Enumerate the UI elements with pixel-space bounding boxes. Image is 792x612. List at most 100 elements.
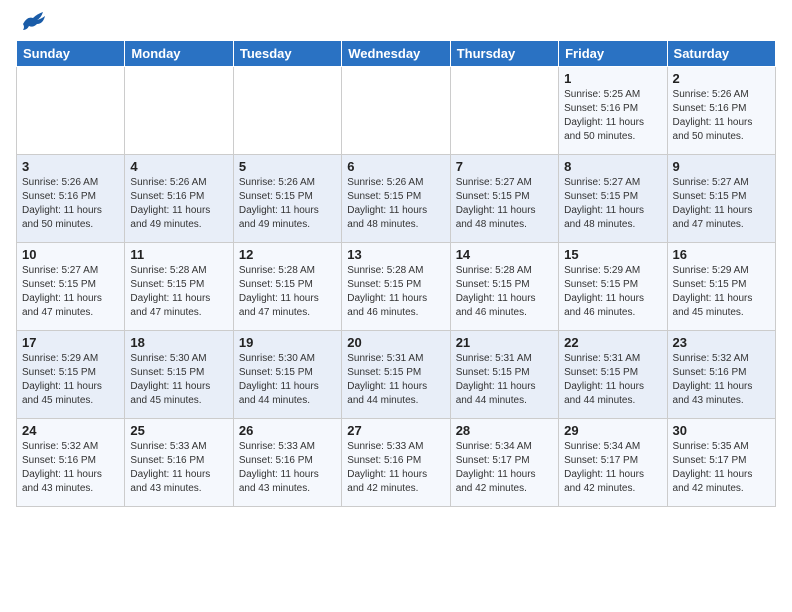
- logo-row: [16, 10, 47, 32]
- day-number: 20: [347, 335, 444, 350]
- day-info: Sunrise: 5:26 AMSunset: 5:15 PMDaylight:…: [239, 176, 336, 232]
- day-number: 18: [130, 335, 227, 350]
- day-info: Sunrise: 5:28 AMSunset: 5:15 PMDaylight:…: [130, 264, 227, 320]
- day-info: Sunrise: 5:33 AMSunset: 5:16 PMDaylight:…: [239, 440, 336, 496]
- day-number: 23: [673, 335, 770, 350]
- day-number: 16: [673, 247, 770, 262]
- calendar-cell: 22 Sunrise: 5:31 AMSunset: 5:15 PMDayligh…: [559, 331, 667, 419]
- calendar-cell: [342, 67, 450, 155]
- day-number: 13: [347, 247, 444, 262]
- calendar-cell: 1 Sunrise: 5:25 AMSunset: 5:16 PMDaylight…: [559, 67, 667, 155]
- calendar-cell: 16 Sunrise: 5:29 AMSunset: 5:15 PMDayligh…: [667, 243, 775, 331]
- day-info: Sunrise: 5:33 AMSunset: 5:16 PMDaylight:…: [130, 440, 227, 496]
- day-info: Sunrise: 5:31 AMSunset: 5:15 PMDaylight:…: [564, 352, 661, 408]
- calendar-cell: 21 Sunrise: 5:31 AMSunset: 5:15 PMDayligh…: [450, 331, 558, 419]
- day-info: Sunrise: 5:30 AMSunset: 5:15 PMDaylight:…: [130, 352, 227, 408]
- day-info: Sunrise: 5:29 AMSunset: 5:15 PMDaylight:…: [564, 264, 661, 320]
- calendar-cell: 2 Sunrise: 5:26 AMSunset: 5:16 PMDaylight…: [667, 67, 775, 155]
- calendar-cell: 6Sunrise: 5:26 AMSunset: 5:15 PMDaylight…: [342, 155, 450, 243]
- day-info: Sunrise: 5:27 AMSunset: 5:15 PMDaylight:…: [456, 176, 553, 232]
- weekday-header-saturday: Saturday: [667, 41, 775, 67]
- day-number: 21: [456, 335, 553, 350]
- day-info: Sunrise: 5:25 AMSunset: 5:16 PMDaylight:…: [564, 88, 661, 144]
- day-info: Sunrise: 5:34 AMSunset: 5:17 PMDaylight:…: [564, 440, 661, 496]
- day-number: 9: [673, 159, 770, 174]
- day-info: Sunrise: 5:34 AMSunset: 5:17 PMDaylight:…: [456, 440, 553, 496]
- day-number: 12: [239, 247, 336, 262]
- day-number: 7: [456, 159, 553, 174]
- calendar-cell: 3 Sunrise: 5:26 AMSunset: 5:16 PMDaylight…: [17, 155, 125, 243]
- weekday-header-sunday: Sunday: [17, 41, 125, 67]
- day-info: Sunrise: 5:26 AMSunset: 5:16 PMDaylight:…: [673, 88, 770, 144]
- calendar-week-1: 1 Sunrise: 5:25 AMSunset: 5:16 PMDaylight…: [17, 67, 776, 155]
- day-number: 26: [239, 423, 336, 438]
- day-info: Sunrise: 5:30 AMSunset: 5:15 PMDaylight:…: [239, 352, 336, 408]
- calendar-cell: 27 Sunrise: 5:33 AMSunset: 5:16 PMDayligh…: [342, 419, 450, 507]
- day-info: Sunrise: 5:35 AMSunset: 5:17 PMDaylight:…: [673, 440, 770, 496]
- day-info: Sunrise: 5:26 AMSunset: 5:16 PMDaylight:…: [130, 176, 227, 232]
- day-number: 4: [130, 159, 227, 174]
- day-info: Sunrise: 5:32 AMSunset: 5:16 PMDaylight:…: [673, 352, 770, 408]
- weekday-header-row: SundayMondayTuesdayWednesdayThursdayFrid…: [17, 41, 776, 67]
- calendar-cell: 24 Sunrise: 5:32 AMSunset: 5:16 PMDayligh…: [17, 419, 125, 507]
- calendar-cell: 14 Sunrise: 5:28 AMSunset: 5:15 PMDayligh…: [450, 243, 558, 331]
- day-info: Sunrise: 5:33 AMSunset: 5:16 PMDaylight:…: [347, 440, 444, 496]
- day-number: 25: [130, 423, 227, 438]
- day-info: Sunrise: 5:31 AMSunset: 5:15 PMDaylight:…: [456, 352, 553, 408]
- day-number: 19: [239, 335, 336, 350]
- day-number: 8: [564, 159, 661, 174]
- day-info: Sunrise: 5:28 AMSunset: 5:15 PMDaylight:…: [239, 264, 336, 320]
- day-info: Sunrise: 5:27 AMSunset: 5:15 PMDaylight:…: [564, 176, 661, 232]
- calendar-cell: 12 Sunrise: 5:28 AMSunset: 5:15 PMDayligh…: [233, 243, 341, 331]
- calendar-cell: 20 Sunrise: 5:31 AMSunset: 5:15 PMDayligh…: [342, 331, 450, 419]
- bird-icon: [19, 10, 47, 32]
- day-info: Sunrise: 5:27 AMSunset: 5:15 PMDaylight:…: [22, 264, 119, 320]
- calendar-cell: 4 Sunrise: 5:26 AMSunset: 5:16 PMDaylight…: [125, 155, 233, 243]
- calendar-cell: 30Sunrise: 5:35 AMSunset: 5:17 PMDayligh…: [667, 419, 775, 507]
- calendar-cell: 17Sunrise: 5:29 AMSunset: 5:15 PMDayligh…: [17, 331, 125, 419]
- calendar-cell: 28 Sunrise: 5:34 AMSunset: 5:17 PMDayligh…: [450, 419, 558, 507]
- calendar-week-5: 24 Sunrise: 5:32 AMSunset: 5:16 PMDayligh…: [17, 419, 776, 507]
- day-number: 3: [22, 159, 119, 174]
- day-number: 28: [456, 423, 553, 438]
- weekday-header-tuesday: Tuesday: [233, 41, 341, 67]
- day-number: 11: [130, 247, 227, 262]
- day-number: 22: [564, 335, 661, 350]
- day-number: 15: [564, 247, 661, 262]
- weekday-header-wednesday: Wednesday: [342, 41, 450, 67]
- calendar-cell: 18 Sunrise: 5:30 AMSunset: 5:15 PMDayligh…: [125, 331, 233, 419]
- weekday-header-friday: Friday: [559, 41, 667, 67]
- day-number: 1: [564, 71, 661, 86]
- calendar-cell: 15 Sunrise: 5:29 AMSunset: 5:15 PMDayligh…: [559, 243, 667, 331]
- day-number: 17: [22, 335, 119, 350]
- calendar-cell: 19 Sunrise: 5:30 AMSunset: 5:15 PMDayligh…: [233, 331, 341, 419]
- page: SundayMondayTuesdayWednesdayThursdayFrid…: [0, 0, 792, 523]
- day-number: 2: [673, 71, 770, 86]
- calendar-cell: 5Sunrise: 5:26 AMSunset: 5:15 PMDaylight…: [233, 155, 341, 243]
- day-number: 24: [22, 423, 119, 438]
- calendar-cell: 11 Sunrise: 5:28 AMSunset: 5:15 PMDayligh…: [125, 243, 233, 331]
- calendar-cell: 29Sunrise: 5:34 AMSunset: 5:17 PMDayligh…: [559, 419, 667, 507]
- day-info: Sunrise: 5:31 AMSunset: 5:15 PMDaylight:…: [347, 352, 444, 408]
- calendar-week-4: 17Sunrise: 5:29 AMSunset: 5:15 PMDayligh…: [17, 331, 776, 419]
- day-info: Sunrise: 5:26 AMSunset: 5:16 PMDaylight:…: [22, 176, 119, 232]
- day-info: Sunrise: 5:28 AMSunset: 5:15 PMDaylight:…: [456, 264, 553, 320]
- day-number: 14: [456, 247, 553, 262]
- weekday-header-monday: Monday: [125, 41, 233, 67]
- calendar-cell: 7 Sunrise: 5:27 AMSunset: 5:15 PMDaylight…: [450, 155, 558, 243]
- calendar-cell: 26 Sunrise: 5:33 AMSunset: 5:16 PMDayligh…: [233, 419, 341, 507]
- calendar-cell: [17, 67, 125, 155]
- calendar-cell: [450, 67, 558, 155]
- day-info: Sunrise: 5:29 AMSunset: 5:15 PMDaylight:…: [673, 264, 770, 320]
- calendar-cell: 25 Sunrise: 5:33 AMSunset: 5:16 PMDayligh…: [125, 419, 233, 507]
- calendar-week-3: 10 Sunrise: 5:27 AMSunset: 5:15 PMDayligh…: [17, 243, 776, 331]
- day-info: Sunrise: 5:32 AMSunset: 5:16 PMDaylight:…: [22, 440, 119, 496]
- calendar-cell: 10 Sunrise: 5:27 AMSunset: 5:15 PMDayligh…: [17, 243, 125, 331]
- day-number: 10: [22, 247, 119, 262]
- calendar-cell: 8 Sunrise: 5:27 AMSunset: 5:15 PMDaylight…: [559, 155, 667, 243]
- logo-area: [16, 10, 47, 32]
- calendar-cell: 23 Sunrise: 5:32 AMSunset: 5:16 PMDayligh…: [667, 331, 775, 419]
- calendar-cell: 9Sunrise: 5:27 AMSunset: 5:15 PMDaylight…: [667, 155, 775, 243]
- day-number: 27: [347, 423, 444, 438]
- header: [16, 10, 776, 32]
